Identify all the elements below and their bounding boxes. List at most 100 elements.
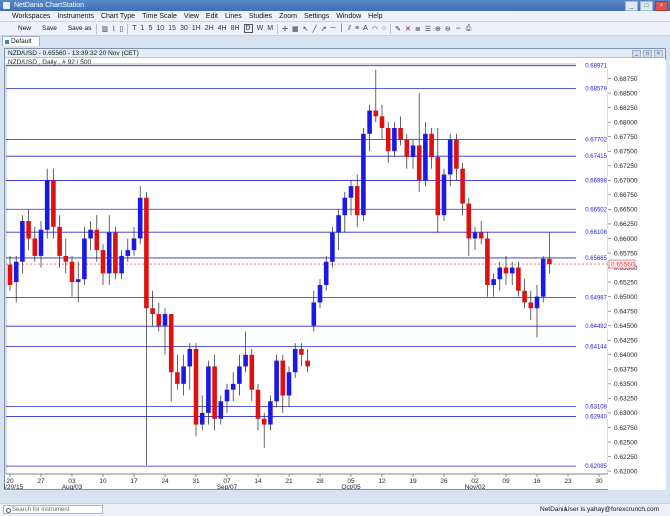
candle-body[interactable] [466, 203, 472, 239]
candle-body[interactable] [137, 197, 143, 239]
candle-body[interactable] [162, 314, 168, 326]
candle-body[interactable] [540, 258, 546, 297]
timescale-15[interactable]: 15 [168, 25, 176, 32]
menu-chart-type[interactable]: Chart Type [101, 13, 135, 20]
candle-body[interactable] [88, 229, 93, 239]
candle-body[interactable] [547, 258, 552, 265]
candle-body[interactable] [131, 238, 137, 251]
candle-body[interactable] [491, 279, 496, 285]
candle-body[interactable] [342, 197, 348, 216]
candle-body[interactable] [106, 232, 112, 274]
chart-maximize-button[interactable]: □ [643, 50, 652, 58]
vline-icon[interactable]: │ [340, 25, 344, 32]
candle-body[interactable] [193, 348, 199, 425]
text-tool-icon[interactable]: A [363, 25, 368, 32]
hline-icon[interactable]: ─ [331, 25, 336, 32]
candle-icon[interactable]: ▯ [119, 25, 123, 33]
print-icon[interactable]: ⎙ [466, 25, 472, 33]
candle-body[interactable] [57, 226, 62, 256]
candle-body[interactable] [534, 296, 540, 309]
candle-body[interactable] [478, 232, 484, 239]
grid-icon[interactable]: ▦ [292, 25, 299, 33]
candle-body[interactable] [26, 221, 31, 239]
candle-body[interactable] [416, 145, 422, 181]
candle-body[interactable] [100, 250, 106, 274]
candle-body[interactable] [423, 133, 428, 181]
candle-body[interactable] [317, 284, 323, 303]
bar-chart-icon[interactable]: ▥ [101, 25, 108, 33]
new-button[interactable]: New [18, 25, 31, 32]
candle-body[interactable] [255, 389, 261, 419]
candle-body[interactable] [38, 229, 44, 256]
candle-body[interactable] [243, 354, 248, 367]
timescale-1h[interactable]: 1H [192, 25, 201, 32]
candle-body[interactable] [144, 197, 149, 309]
candle-body[interactable] [410, 145, 416, 158]
candle-body[interactable] [94, 229, 100, 251]
menu-instruments[interactable]: Instruments [57, 13, 94, 20]
candle-body[interactable] [119, 255, 124, 274]
candle-body[interactable] [168, 314, 174, 373]
candle-body[interactable] [261, 418, 267, 425]
menu-time-scale[interactable]: Time Scale [142, 13, 177, 20]
channel-icon[interactable]: ⫽ [348, 25, 351, 33]
candle-body[interactable] [44, 180, 50, 230]
candle-body[interactable] [63, 255, 69, 262]
candle-body[interactable] [249, 354, 255, 390]
candle-body[interactable] [392, 127, 397, 152]
menu-window[interactable]: Window [336, 13, 361, 20]
timescale-m[interactable]: M [267, 25, 273, 32]
candle-body[interactable] [509, 267, 515, 274]
candle-body[interactable] [212, 366, 217, 419]
candle-body[interactable] [503, 267, 509, 274]
price-chart[interactable]: 0.68971 0.68579 0.67702 0.67415 0.66998 0.665… [4, 60, 666, 490]
timescale-t[interactable]: T [132, 25, 136, 32]
candle-body[interactable] [125, 250, 131, 256]
menu-view[interactable]: View [184, 13, 199, 20]
candle-body[interactable] [175, 372, 180, 384]
candle-body[interactable] [404, 139, 410, 158]
menu-zoom[interactable]: Zoom [279, 13, 297, 20]
trendline-icon[interactable]: ╱ [312, 25, 316, 33]
ray-icon[interactable]: ↗ [321, 25, 327, 33]
candle-body[interactable] [286, 372, 292, 396]
candle-body[interactable] [274, 360, 279, 402]
candle-body[interactable] [206, 366, 211, 413]
candle-body[interactable] [373, 110, 379, 117]
fit-icon[interactable]: ⇔ [455, 25, 462, 32]
candle-body[interactable] [472, 232, 478, 239]
candle-body[interactable] [528, 302, 534, 309]
candle-body[interactable] [13, 261, 19, 283]
chart-minimize-button[interactable]: _ [632, 50, 641, 58]
candle-body[interactable] [441, 174, 447, 216]
arc-icon[interactable]: ◠ [372, 25, 378, 33]
candle-body[interactable] [150, 308, 155, 315]
menu-lines[interactable]: Lines [225, 13, 242, 20]
timescale-2h[interactable]: 2H [205, 25, 214, 32]
candle-body[interactable] [230, 383, 236, 390]
candle-body[interactable] [516, 267, 521, 291]
minimize-button[interactable]: _ [625, 1, 638, 11]
fibonacci-icon[interactable]: ≡ [355, 25, 359, 32]
maximize-button[interactable]: □ [640, 1, 653, 11]
candle-body[interactable] [367, 110, 372, 134]
timescale-w[interactable]: W [257, 25, 264, 32]
timescale-4h[interactable]: 4H [218, 25, 227, 32]
timescale-1[interactable]: 1 [141, 25, 145, 32]
menu-edit[interactable]: Edit [206, 13, 218, 20]
close-button[interactable]: × [655, 1, 668, 11]
menu-help[interactable]: Help [368, 13, 382, 20]
candle-body[interactable] [454, 139, 459, 169]
candle-body[interactable] [113, 232, 118, 274]
candle-body[interactable] [379, 116, 385, 128]
candle-body[interactable] [237, 366, 242, 384]
candle-body[interactable] [429, 133, 434, 158]
save-button[interactable]: Save [42, 25, 57, 32]
candle-body[interactable] [398, 127, 403, 140]
candle-body[interactable] [336, 215, 341, 233]
candle-body[interactable] [330, 232, 335, 262]
candle-body[interactable] [348, 186, 354, 198]
tab-default[interactable]: Default [2, 36, 40, 46]
delete-icon[interactable]: ✕ [405, 25, 411, 33]
candle-body[interactable] [435, 157, 441, 216]
